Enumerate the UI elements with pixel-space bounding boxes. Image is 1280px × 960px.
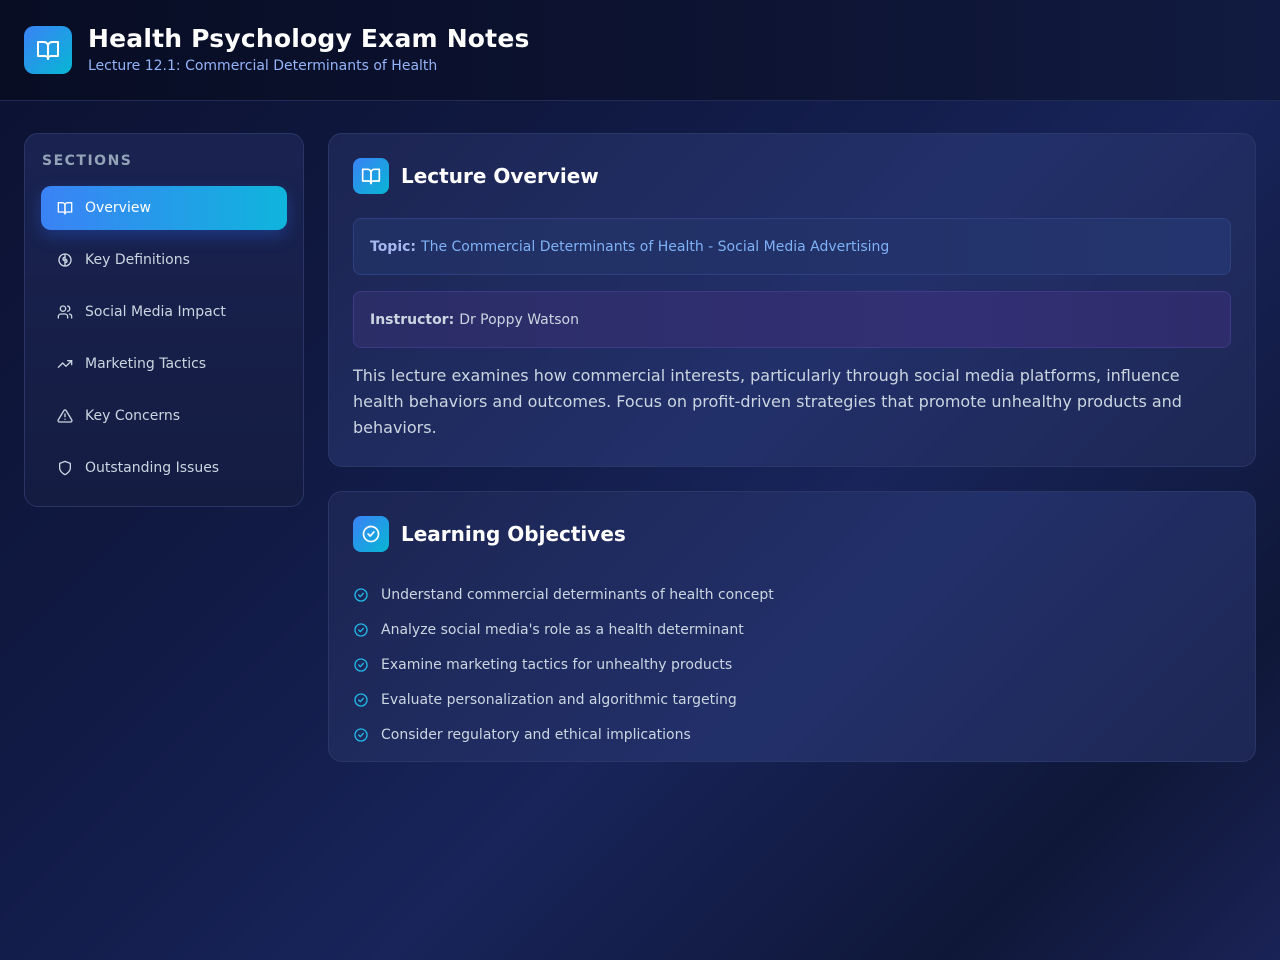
lecture-overview-card: Lecture Overview Topic: The Commercial D… <box>328 133 1256 467</box>
list-item: Consider regulatory and ethical implicat… <box>353 717 1213 752</box>
topic-label: Topic: <box>370 238 417 255</box>
trending-up-icon <box>57 356 73 372</box>
objective-text: Understand commercial determinants of he… <box>381 586 774 603</box>
sidebar-item-label: Key Definitions <box>85 252 190 268</box>
list-item: Examine marketing tactics for unhealthy … <box>353 647 1213 682</box>
page-subtitle: Lecture 12.1: Commercial Determinants of… <box>88 58 438 74</box>
page-title: Health Psychology Exam Notes <box>88 24 530 53</box>
book-open-icon <box>57 200 73 216</box>
list-item: Analyze social media's role as a health … <box>353 612 1213 647</box>
check-circle-icon <box>353 657 369 673</box>
sidebar-item-social-media-impact[interactable]: Social Media Impact <box>41 290 287 334</box>
alert-triangle-icon <box>57 408 73 424</box>
sidebar-item-key-concerns[interactable]: Key Concerns <box>41 394 287 438</box>
instructor-value: Dr Poppy Watson <box>459 311 579 328</box>
objectives-list: Understand commercial determinants of he… <box>353 577 1213 752</box>
users-icon <box>57 304 73 320</box>
sidebar-item-overview[interactable]: Overview <box>41 186 287 230</box>
sidebar-item-key-definitions[interactable]: Key Definitions <box>41 238 287 282</box>
card-title: Learning Objectives <box>401 522 626 546</box>
check-circle-icon <box>353 622 369 638</box>
sidebar-item-label: Key Concerns <box>85 408 181 424</box>
objective-text: Consider regulatory and ethical implicat… <box>381 726 691 743</box>
list-item: Understand commercial determinants of he… <box>353 577 1213 612</box>
book-open-icon <box>353 158 389 194</box>
sidebar-item-outstanding-issues[interactable]: Outstanding Issues <box>41 446 287 490</box>
instructor-box: Instructor: Dr Poppy Watson <box>353 291 1231 348</box>
overview-description: This lecture examines how commercial int… <box>353 366 1182 437</box>
sidebar-item-label: Social Media Impact <box>85 304 226 320</box>
sidebar-item-marketing-tactics[interactable]: Marketing Tactics <box>41 342 287 386</box>
brain-icon <box>57 252 73 268</box>
book-open-icon <box>24 26 72 74</box>
sidebar-item-label: Overview <box>85 200 151 216</box>
sidebar-heading: SECTIONS <box>42 153 133 169</box>
learning-objectives-card: Learning Objectives Understand commercia… <box>328 491 1256 762</box>
shield-icon <box>57 460 73 476</box>
sections-sidebar: SECTIONS Overview Key Definitions Social… <box>24 133 304 507</box>
topic-value: The Commercial Determinants of Health - … <box>421 238 890 255</box>
objective-text: Examine marketing tactics for unhealthy … <box>381 656 733 673</box>
check-circle-icon <box>353 587 369 603</box>
sidebar-item-label: Outstanding Issues <box>85 460 220 476</box>
instructor-label: Instructor: <box>370 311 455 328</box>
objective-text: Analyze social media's role as a health … <box>381 621 744 638</box>
topic-box: Topic: The Commercial Determinants of He… <box>353 218 1231 275</box>
card-title: Lecture Overview <box>401 164 599 188</box>
sidebar-item-label: Marketing Tactics <box>85 356 207 372</box>
objective-text: Evaluate personalization and algorithmic… <box>381 691 737 708</box>
check-circle-icon <box>353 692 369 708</box>
app-header: Health Psychology Exam Notes Lecture 12.… <box>0 0 1280 101</box>
check-circle-icon <box>353 727 369 743</box>
check-circle-icon <box>353 516 389 552</box>
list-item: Evaluate personalization and algorithmic… <box>353 682 1213 717</box>
